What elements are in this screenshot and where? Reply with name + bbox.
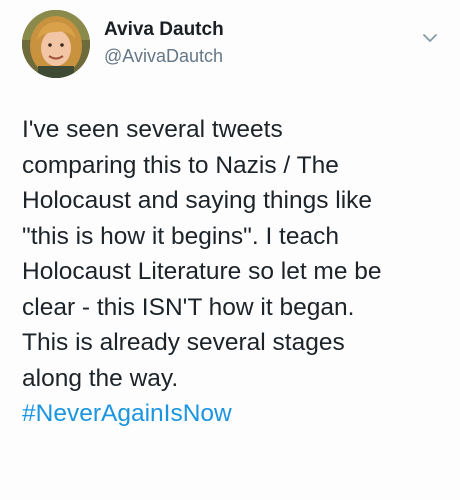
chevron-down-icon[interactable]	[420, 30, 440, 46]
tweet-line: Holocaust and saying things like	[22, 187, 373, 214]
tweet-header: Aviva Dautch @AvivaDautch	[22, 10, 440, 82]
display-name[interactable]: Aviva Dautch	[104, 18, 224, 42]
tweet-line: Holocaust Literature so let me be	[22, 258, 382, 285]
tweet-line: "this is how it begins". I teach	[22, 222, 339, 250]
tweet-line: along the way.	[22, 364, 179, 392]
author-info: Aviva Dautch @AvivaDautch	[104, 18, 224, 68]
tweet-line: clear - this ISN'T how it began.	[22, 293, 355, 321]
user-handle[interactable]: @AvivaDautch	[104, 44, 224, 68]
tweet-line: comparing this to Nazis / The	[22, 151, 339, 179]
tweet-line: This is already several stages	[22, 329, 345, 356]
avatar[interactable]	[22, 10, 90, 78]
tweet-card: Aviva Dautch @AvivaDautch I've seen seve…	[0, 0, 460, 500]
tweet-line: I've seen several tweets	[22, 116, 283, 143]
tweet-text: I've seen several tweets comparing this …	[22, 112, 442, 432]
hashtag-link[interactable]: #NeverAgainIsNow	[22, 396, 442, 432]
profile-photo-icon	[22, 10, 90, 78]
